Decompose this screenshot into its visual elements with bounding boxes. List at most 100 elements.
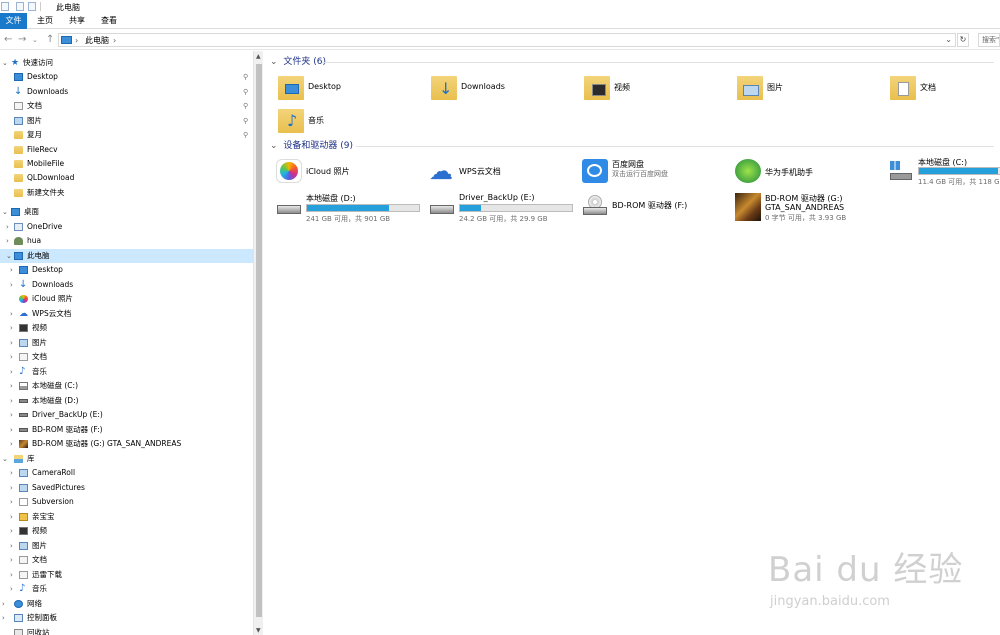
folder-tile[interactable]: Desktop (278, 74, 428, 104)
nav-lib-item[interactable]: › 迅雷下载 (0, 568, 253, 582)
chevron-down-icon[interactable]: ⌄ (2, 56, 8, 70)
forward-arrow-icon[interactable]: → (18, 34, 26, 46)
chevron-right-icon[interactable]: › (10, 336, 13, 350)
nav-quick-item[interactable]: Desktop ⚲ (0, 70, 253, 84)
device-tile-wps[interactable]: ☁ WPS云文档 (429, 157, 579, 187)
chevron-right-icon[interactable]: › (6, 234, 9, 248)
nav-lib-item[interactable]: › 文档 (0, 553, 253, 567)
chevron-right-icon[interactable]: › (10, 510, 13, 524)
chevron-right-icon[interactable]: › (10, 379, 13, 393)
nav-pc-item[interactable]: › ↓ Downloads (0, 278, 253, 292)
chevron-down-icon[interactable]: ⌄ (6, 249, 12, 263)
up-arrow-icon[interactable]: ↑ (46, 34, 54, 46)
chevron-down-icon[interactable]: ⌄ (2, 452, 8, 466)
chevron-right-icon[interactable]: › (10, 553, 13, 567)
device-tile-e[interactable]: Driver_BackUp (E:) 24.2 GB 可用，共 29.9 GB (429, 191, 579, 223)
device-tile-d[interactable]: 本地磁盘 (D:) 241 GB 可用，共 901 GB (276, 191, 426, 223)
device-tile-baidu[interactable]: 百度网盘 双击运行百度网盘 (582, 157, 732, 187)
nav-recycle-bin[interactable]: 回收站 (0, 626, 253, 635)
recent-dropdown-icon[interactable]: ⌄ (32, 34, 38, 46)
chevron-right-icon[interactable]: › (10, 524, 13, 538)
nav-network[interactable]: › 网络 (0, 597, 253, 611)
nav-lib-item[interactable]: › 视频 (0, 524, 253, 538)
nav-quick-item[interactable]: 新建文件夹 (0, 186, 253, 200)
nav-quick-item[interactable]: 图片 ⚲ (0, 114, 253, 128)
pin-icon[interactable]: ⚲ (243, 70, 248, 84)
nav-pc-item[interactable]: › BD-ROM 驱动器 (F:) (0, 423, 253, 437)
pin-icon[interactable]: ⚲ (243, 85, 248, 99)
chevron-down-icon[interactable]: ⌄ (2, 205, 8, 219)
tab-file[interactable]: 文件 (0, 13, 27, 29)
breadcrumb-this-pc[interactable]: 此电脑 (85, 35, 109, 46)
nav-quick-item[interactable]: QLDownload (0, 171, 253, 185)
pin-icon[interactable]: ⚲ (243, 114, 248, 128)
nav-lib-item[interactable]: › ♪ 音乐 (0, 582, 253, 596)
chevron-down-icon[interactable]: ⌄ (270, 141, 278, 151)
chevron-right-icon[interactable]: › (10, 307, 13, 321)
chevron-right-icon[interactable]: › (10, 568, 13, 582)
nav-pc-item[interactable]: › Desktop (0, 263, 253, 277)
chevron-right-icon[interactable]: › (10, 495, 13, 509)
nav-lib-item[interactable]: › CameraRoll (0, 466, 253, 480)
nav-pc-item[interactable]: › ♪ 音乐 (0, 365, 253, 379)
scroll-up-icon[interactable]: ▲ (256, 53, 261, 60)
chevron-right-icon[interactable]: › (10, 466, 13, 480)
search-input[interactable]: 搜索"此电脑" (978, 33, 1000, 47)
nav-quick-item[interactable]: FileRecv (0, 143, 253, 157)
folder-tile[interactable]: ↓ Downloads (431, 74, 581, 104)
nav-lib-item[interactable]: › 亲宝宝 (0, 510, 253, 524)
chevron-right-icon[interactable]: › (10, 423, 13, 437)
back-arrow-icon[interactable]: ← (4, 34, 12, 46)
device-tile-f[interactable]: BD-ROM 驱动器 (F:) (582, 191, 732, 221)
nav-pc-item[interactable]: › BD-ROM 驱动器 (G:) GTA_SAN_ANDREAS (0, 437, 253, 451)
chevron-right-icon[interactable]: › (10, 582, 13, 596)
nav-quick-item[interactable]: 文档 ⚲ (0, 99, 253, 113)
chevron-right-icon[interactable]: › (10, 321, 13, 335)
nav-pc-item[interactable]: › 本地磁盘 (C:) (0, 379, 253, 393)
group-header-devices[interactable]: ⌄ 设备和驱动器 (9) (270, 140, 994, 152)
group-header-folders[interactable]: ⌄ 文件夹 (6) (270, 56, 994, 68)
nav-quick-item[interactable]: MobileFile (0, 157, 253, 171)
scroll-down-icon[interactable]: ▼ (256, 627, 261, 634)
chevron-right-icon[interactable]: › (10, 365, 13, 379)
nav-lib-item[interactable]: › Subversion (0, 495, 253, 509)
nav-onedrive[interactable]: › OneDrive (0, 220, 253, 234)
nav-library[interactable]: ⌄ 库 (0, 452, 253, 466)
nav-pc-item[interactable]: › 图片 (0, 336, 253, 350)
nav-pc-item[interactable]: iCloud 照片 (0, 292, 253, 306)
nav-lib-item[interactable]: › SavedPictures (0, 481, 253, 495)
device-tile-c[interactable]: 本地磁盘 (C:) 11.4 GB 可用，共 118 GB (888, 157, 1000, 187)
nav-lib-item[interactable]: › 图片 (0, 539, 253, 553)
address-box[interactable]: › 此电脑 › ⌄ (58, 33, 956, 47)
chevron-right-icon[interactable]: › (10, 539, 13, 553)
nav-desktop[interactable]: ⌄ 桌面 (0, 205, 253, 219)
chevron-right-icon[interactable]: › (6, 220, 9, 234)
chevron-right-icon[interactable]: › (10, 263, 13, 277)
nav-control-panel[interactable]: › 控制面板 (0, 611, 253, 625)
nav-quick-item[interactable]: 复月 ⚲ (0, 128, 253, 142)
nav-user-hua[interactable]: › hua (0, 234, 253, 248)
device-tile-icloud[interactable]: iCloud 照片 (276, 157, 426, 187)
nav-pc-item[interactable]: › ☁ WPS云文档 (0, 307, 253, 321)
nav-pc-item[interactable]: › Driver_BackUp (E:) (0, 408, 253, 422)
chevron-down-icon[interactable]: ⌄ (945, 34, 952, 46)
folder-tile[interactable]: 视频 (584, 74, 734, 104)
nav-pc-item[interactable]: › 文档 (0, 350, 253, 364)
chevron-down-icon[interactable]: ⌄ (270, 57, 278, 67)
scroll-thumb[interactable] (256, 64, 262, 617)
chevron-right-icon[interactable]: › (10, 394, 13, 408)
pin-icon[interactable]: ⚲ (243, 99, 248, 113)
nav-quick-item[interactable]: ↓ Downloads ⚲ (0, 85, 253, 99)
chevron-right-icon[interactable]: › (10, 278, 13, 292)
refresh-button[interactable]: ↻ (957, 33, 969, 47)
nav-pc-item[interactable]: › 视频 (0, 321, 253, 335)
tab-view[interactable]: 查看 (96, 13, 122, 29)
properties-icon[interactable] (16, 2, 24, 11)
chevron-right-icon[interactable]: › (10, 437, 13, 451)
chevron-right-icon[interactable]: › (10, 481, 13, 495)
chevron-right-icon[interactable]: › (2, 597, 5, 611)
nav-pc-item[interactable]: › 本地磁盘 (D:) (0, 394, 253, 408)
pin-icon[interactable]: ⚲ (243, 128, 248, 142)
chevron-right-icon[interactable]: › (75, 35, 78, 46)
folder-tile[interactable]: 图片 (737, 74, 887, 104)
